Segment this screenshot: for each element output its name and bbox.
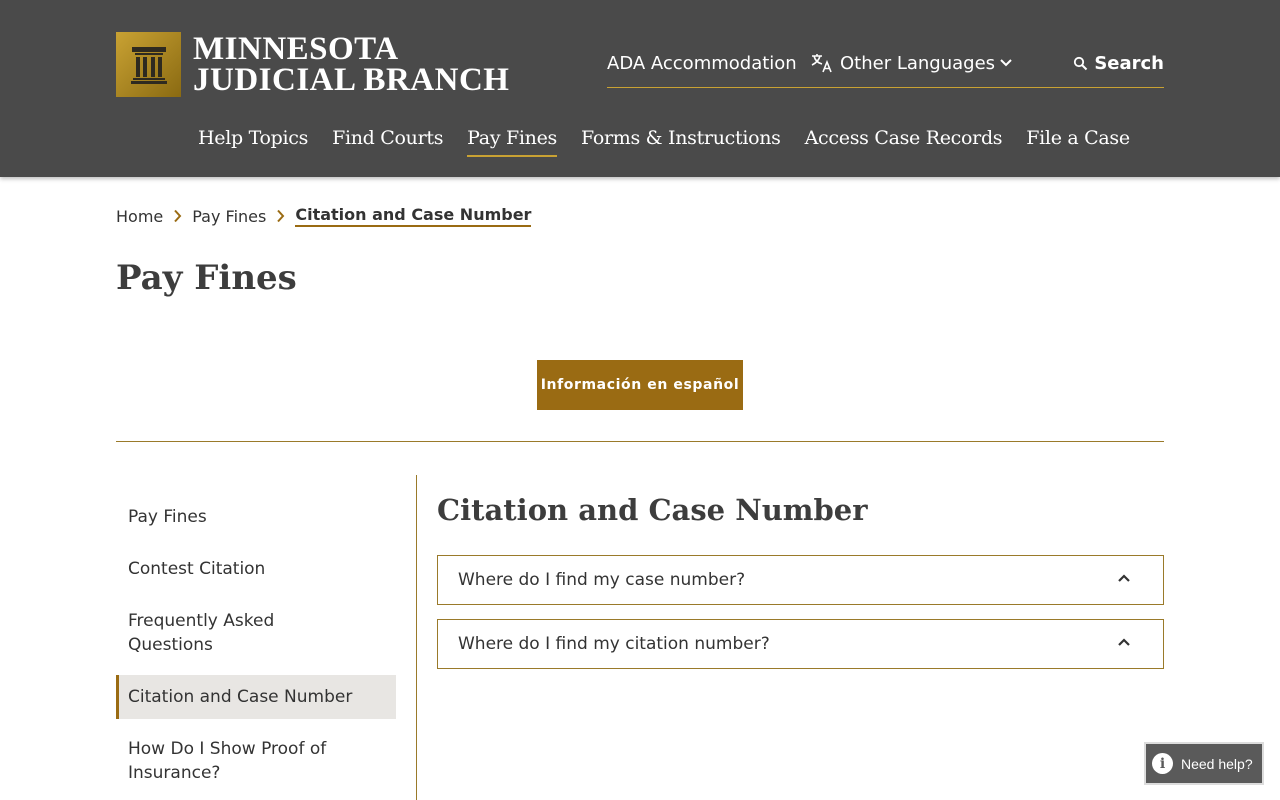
breadcrumb-home-link[interactable]: Home [116, 207, 163, 226]
sidebar-item-pay-fines[interactable]: Pay Fines [116, 505, 396, 529]
info-icon: i [1152, 753, 1173, 774]
site-header: MINNESOTA JUDICIAL BRANCH ADA Accommodat… [0, 0, 1280, 177]
accordion-citation-number[interactable]: Where do I find my citation number? [437, 619, 1164, 669]
need-help-label: Need help? [1181, 755, 1253, 772]
search-icon [1074, 56, 1088, 71]
search-label: Search [1094, 53, 1164, 74]
sidebar-nav: Pay Fines Contest Citation Frequently As… [116, 475, 417, 800]
chevron-right-icon [276, 209, 285, 223]
content-title: Citation and Case Number [437, 493, 868, 527]
sidebar-item-label: Citation and Case Number [128, 687, 353, 707]
accordion-label: Where do I find my case number? [458, 570, 746, 590]
nav-forms-instructions[interactable]: Forms & Instructions [581, 127, 781, 157]
breadcrumb-current: Citation and Case Number [295, 205, 532, 227]
nav-pay-fines[interactable]: Pay Fines [467, 127, 557, 157]
site-logo[interactable]: MINNESOTA JUDICIAL BRANCH [116, 32, 509, 97]
sidebar-item-faq[interactable]: Frequently Asked Questions [116, 609, 346, 657]
other-languages-dropdown[interactable]: Other Languages [810, 52, 1019, 74]
utility-bar: ADA Accommodation Other Languages Search [607, 50, 1164, 88]
sidebar-item-contest-citation[interactable]: Contest Citation [116, 557, 396, 581]
search-button[interactable]: Search [1073, 53, 1164, 74]
breadcrumb-pay-fines-link[interactable]: Pay Fines [192, 207, 266, 226]
main-navigation: Help Topics Find Courts Pay Fines Forms … [198, 127, 1154, 157]
logo-line-2: JUDICIAL BRANCH [193, 61, 510, 98]
nav-access-case-records[interactable]: Access Case Records [805, 127, 1003, 157]
nav-find-courts[interactable]: Find Courts [332, 127, 443, 157]
courthouse-columns-icon [116, 32, 181, 97]
need-help-button[interactable]: i Need help? [1144, 742, 1264, 785]
translate-icon [811, 54, 832, 73]
logo-wordmark: MINNESOTA JUDICIAL BRANCH [193, 30, 510, 98]
nav-help-topics[interactable]: Help Topics [198, 127, 308, 157]
accordion-label: Where do I find my citation number? [458, 634, 770, 654]
spanish-info-button[interactable]: Información en español [537, 360, 743, 410]
chevron-right-icon [173, 209, 182, 223]
breadcrumb: Home Pay Fines Citation and Case Number [116, 205, 532, 227]
logo-line-1: MINNESOTA [193, 30, 399, 67]
nav-file-a-case[interactable]: File a Case [1026, 127, 1130, 157]
sidebar-item-proof-of-insurance[interactable]: How Do I Show Proof of Insurance? [116, 737, 356, 785]
accordion-case-number[interactable]: Where do I find my case number? [437, 555, 1164, 605]
page-title: Pay Fines [116, 258, 297, 298]
section-divider [116, 441, 1164, 442]
other-languages-label: Other Languages [840, 52, 996, 74]
chevron-up-icon [1118, 638, 1130, 646]
sidebar-item-citation-case-number[interactable]: Citation and Case Number [116, 675, 396, 719]
ada-accommodation-link[interactable]: ADA Accommodation [607, 53, 797, 74]
chevron-down-icon [1000, 59, 1012, 67]
chevron-up-icon [1118, 574, 1130, 582]
